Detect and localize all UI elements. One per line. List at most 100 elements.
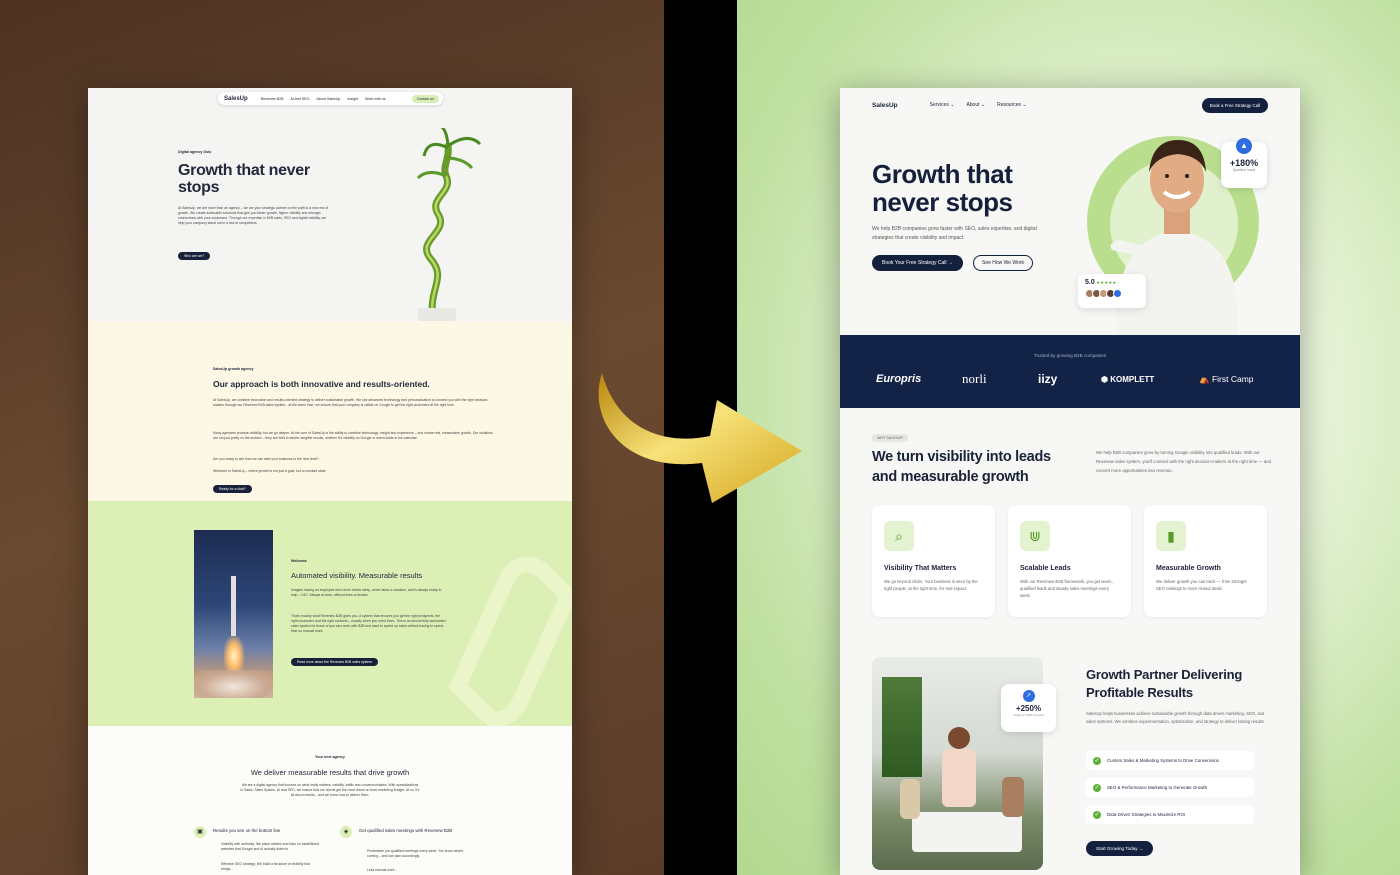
logo-komplett: ⬢ KOMPLETT (1101, 375, 1155, 384)
chevron-down-icon: ⌄ (980, 102, 986, 108)
old-hero-title: Growth that never stops (178, 162, 310, 196)
old-results-eyebrow: Your next agency (315, 755, 345, 759)
old-logo[interactable]: SalesUp (224, 96, 248, 102)
feature-desc: We go beyond clicks. Your business is se… (884, 579, 978, 591)
magnifier-icon: ⌕ (884, 521, 914, 551)
old-nav-item[interactable]: AI-first SEO (290, 97, 309, 101)
rocket-smoke (194, 670, 273, 698)
rating-value: 5.0 (1085, 279, 1095, 286)
old-col2-item: Less manual work... (367, 868, 398, 872)
new-hero-title: Growth that never stops (872, 159, 1013, 217)
new-nav: SalesUp Services ⌄ About ⌄ Resources ⌄ B… (840, 88, 1300, 122)
new-hero-body: We help B2B companies grow faster with S… (872, 226, 1037, 241)
chevron-down-icon: ⌄ (1022, 102, 1027, 108)
old-nav: SalesUp Revenew B2B AI-first SEO About S… (218, 92, 443, 105)
trusted-by-band: Trusted by growing B2B companies Europri… (840, 335, 1300, 408)
old-approach-p1: At SalesUp, we combine innovation and re… (213, 398, 489, 407)
feature-title: Scalable Leads (1020, 565, 1071, 572)
new-website-screenshot: SalesUp Services ⌄ About ⌄ Resources ⌄ B… (840, 88, 1300, 875)
decorative-chain-shape (448, 556, 572, 726)
bar-chart-icon: ▮ (1156, 521, 1186, 551)
traffic-stat-label: Organic Traffic Growth (1013, 713, 1044, 717)
trusted-label: Trusted by growing B2B companies (1033, 353, 1107, 358)
handshake-icon: ◈ (340, 826, 352, 838)
old-welcome-p1: Imagine having an employee who never nee… (291, 588, 442, 597)
logo-norli: norli (962, 371, 987, 386)
old-results-body: We are a digital agency that focuses on … (240, 783, 420, 797)
old-nav-item[interactable]: Insight (347, 97, 358, 101)
old-contact-button[interactable]: Contact us (411, 94, 439, 103)
chevron-down-icon: ⌄ (950, 102, 955, 108)
rating-card: 5.0 ★★★★★ (1078, 274, 1146, 308)
old-welcome-p2: That's exactly what Revenew B2B gives yo… (291, 614, 446, 633)
old-col2-item: Predictable pre-qualified meetings every… (367, 849, 464, 858)
old-welcome-title: Automated visibility. Measurable results (291, 571, 423, 580)
feature-title: Visibility That Matters (884, 565, 957, 572)
trend-up-icon: ↗ (1022, 690, 1035, 702)
old-hero-eyebrow: Digital agency Oslo (178, 150, 212, 154)
old-nav-item[interactable]: Revenew B2B (261, 97, 284, 101)
old-approach-section: SalesUp growth agency Our approach is bo… (88, 321, 572, 501)
check-icon: ✓ (1093, 756, 1101, 765)
old-read-more-button[interactable]: Read more about the Revenew B2B sales sy… (291, 658, 378, 666)
new-logo[interactable]: SalesUp (872, 102, 898, 109)
feature-title: Measurable Growth (1156, 565, 1221, 572)
meeting-table (912, 812, 1022, 852)
check-item: ✓ SEO & Performance Marketing to Generate… (1086, 778, 1254, 797)
avatar-group (1085, 289, 1139, 298)
traffic-stat-value: +250% (1015, 704, 1042, 713)
partner-body: SalesUp helps businesses achieve sustain… (1086, 711, 1265, 724)
logo-europris: Europris (876, 373, 922, 385)
transformation-arrow-icon (598, 373, 802, 503)
leads-stat-value: +180% (1229, 158, 1259, 168)
why-body: We help B2B companies grow by turning Go… (1096, 450, 1271, 473)
arrow-right-icon: → (1138, 846, 1144, 851)
old-nav-item[interactable]: About SalesUp (316, 97, 340, 101)
check-item: ✓ Custom Sales & Marketing Systems to Dri… (1086, 751, 1254, 770)
old-approach-p4: Welcome to SalesUp – where growth is not… (213, 469, 327, 473)
old-col1-item: Visibility with authority: We place arti… (221, 842, 319, 851)
arrow-right-icon: → (947, 260, 953, 266)
partner-title: Growth Partner Delivering Profitable Res… (1086, 667, 1243, 700)
why-title: We turn visibility into leads and measur… (872, 449, 1051, 485)
start-growing-button[interactable]: Start Growing Today → (1086, 841, 1154, 856)
chart-icon: ▣ (194, 826, 206, 838)
old-col1-item: Effective SEO strategy: We build a struc… (221, 862, 311, 871)
leads-stat-card: ▲ +180% Qualified leads (1221, 138, 1267, 188)
feature-card: ⌕ Visibility That Matters We go beyond c… (872, 505, 995, 617)
book-call-button[interactable]: Book a Free Strategy Call (1201, 97, 1268, 113)
feature-card: ▮ Measurable Growth We deliver growth yo… (1144, 505, 1267, 617)
logo-iizy: iizy (1038, 372, 1058, 386)
old-website-screenshot: SalesUp Revenew B2B AI-first SEO About S… (88, 88, 572, 875)
rocket-launch-image (194, 530, 273, 698)
feature-card: ⋓ Scalable Leads With our Revenew B2B fr… (1008, 505, 1131, 617)
bamboo-plant-image (416, 128, 482, 321)
check-item: ✓ Data-Driven Strategies to Maximize ROI (1086, 805, 1254, 824)
attendee (900, 779, 920, 819)
old-nav-item[interactable]: Work with us (365, 97, 386, 101)
old-results-section: Your next agency We deliver measurable r… (88, 726, 572, 875)
old-hero-body: At SalesUp, we are more than an agency –… (178, 206, 329, 225)
nav-about[interactable]: About ⌄ (966, 102, 985, 108)
why-eyebrow-badge: WHY SALESUP (872, 434, 908, 442)
old-chat-button[interactable]: Ready for a chat? (213, 485, 252, 493)
old-approach-p3: Are you ready to see how we can take you… (213, 457, 319, 461)
nav-services[interactable]: Services ⌄ (930, 102, 955, 108)
feature-desc: We deliver growth you can track — from s… (1156, 579, 1247, 591)
old-col2-title: Get qualified sales meetings with Revene… (359, 828, 453, 833)
strategy-call-button[interactable]: Book Your Free Strategy Call → (872, 255, 963, 271)
nav-resources[interactable]: Resources ⌄ (997, 102, 1027, 108)
presenter-head (948, 727, 970, 749)
old-approach-p2: Many agencies promise visibility, but we… (213, 431, 493, 440)
traffic-stat-card: ↗ +250% Organic Traffic Growth (1001, 684, 1056, 732)
presenter-body (942, 749, 976, 807)
old-approach-eyebrow: SalesUp growth agency (213, 367, 254, 371)
old-welcome-section: Welcome Automated visibility. Measurable… (88, 501, 572, 726)
logo-first-camp: ⛺ First Camp (1199, 374, 1254, 384)
how-we-work-button[interactable]: See How We Work (973, 255, 1034, 271)
old-who-button[interactable]: Who are we? (178, 252, 210, 260)
rocket-icon: ▲ (1236, 138, 1252, 154)
attendee (1002, 777, 1024, 817)
feature-desc: With our Revenew B2B framework, you get … (1020, 579, 1113, 598)
star-icons: ★★★★★ (1096, 280, 1117, 285)
